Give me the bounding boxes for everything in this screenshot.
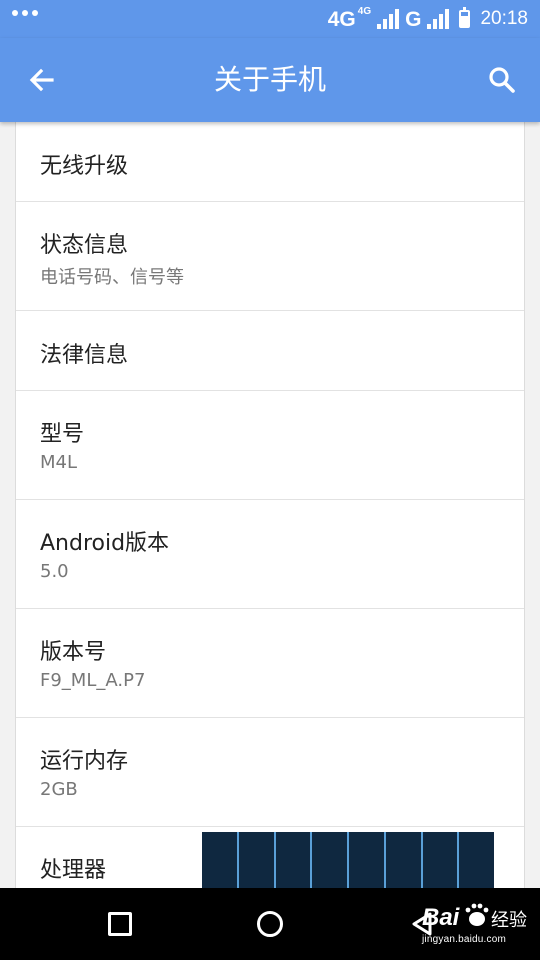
search-button[interactable] bbox=[482, 60, 522, 100]
list-item-title: 型号 bbox=[40, 422, 85, 447]
list-item-android-version[interactable]: Android版本 5.0 bbox=[16, 500, 524, 609]
list-item-status-info[interactable]: 状态信息 电话号码、信号等 bbox=[16, 202, 524, 311]
status-indicators: 4G 4G G 20:18 bbox=[328, 6, 528, 32]
watermark-url: jingyan.baidu.com bbox=[422, 934, 507, 945]
list-item-title: 法律信息 bbox=[40, 343, 129, 368]
status-bar: 4G 4G G 20:18 bbox=[0, 0, 540, 38]
page-title: 关于手机 bbox=[213, 63, 326, 96]
list-item-subtitle: M4L bbox=[40, 452, 78, 473]
list-item-title: 状态信息 bbox=[40, 233, 129, 258]
status-time: 20:18 bbox=[480, 8, 528, 29]
about-phone-list: 无线升级 状态信息 电话号码、信号等 法律信息 型号 M4L Android版本… bbox=[15, 122, 525, 888]
list-item-wireless-update[interactable]: 无线升级 bbox=[16, 122, 524, 202]
signal-strength-icon bbox=[377, 9, 400, 29]
network-type-2-label: G bbox=[405, 7, 422, 31]
list-item-subtitle: F9_ML_A.P7 bbox=[40, 670, 146, 691]
list-item-subtitle: 2GB bbox=[40, 779, 78, 800]
svg-text:Bai: Bai bbox=[422, 904, 461, 931]
home-circle-icon[interactable] bbox=[257, 911, 283, 937]
recents-square-icon[interactable] bbox=[108, 912, 132, 936]
search-icon bbox=[489, 67, 515, 93]
list-item-title: 处理器 bbox=[40, 858, 107, 883]
baidu-jingyan-logo: Bai 经验 bbox=[422, 903, 527, 931]
app-bar: 关于手机 bbox=[0, 38, 540, 122]
list-item-legal-info[interactable]: 法律信息 bbox=[16, 311, 524, 391]
notification-dots-icon bbox=[12, 10, 38, 16]
list-item-subtitle: 5.0 bbox=[40, 561, 69, 582]
list-item-model[interactable]: 型号 M4L bbox=[16, 391, 524, 500]
list-item-title: 无线升级 bbox=[40, 154, 129, 179]
list-item-subtitle: 电话号码、信号等 bbox=[40, 267, 184, 288]
network-type-label: 4G bbox=[327, 7, 356, 31]
list-item-title: 运行内存 bbox=[40, 749, 129, 774]
baidu-jingyan-watermark: Bai 经验 jingyan.baidu.com bbox=[422, 898, 532, 954]
list-item-title: Android版本 bbox=[40, 531, 170, 556]
navigation-bar: Bai 经验 jingyan.baidu.com bbox=[0, 888, 540, 960]
list-item-ram[interactable]: 运行内存 2GB bbox=[16, 718, 524, 827]
signal-strength-2-icon bbox=[427, 9, 450, 29]
battery-icon bbox=[459, 7, 471, 28]
svg-text:经验: 经验 bbox=[491, 910, 527, 931]
list-item-build-number[interactable]: 版本号 F9_ML_A.P7 bbox=[16, 609, 524, 718]
network-superscript-label: 4G bbox=[357, 6, 372, 17]
redaction-overlay bbox=[202, 832, 494, 888]
list-item-title: 版本号 bbox=[40, 640, 107, 665]
